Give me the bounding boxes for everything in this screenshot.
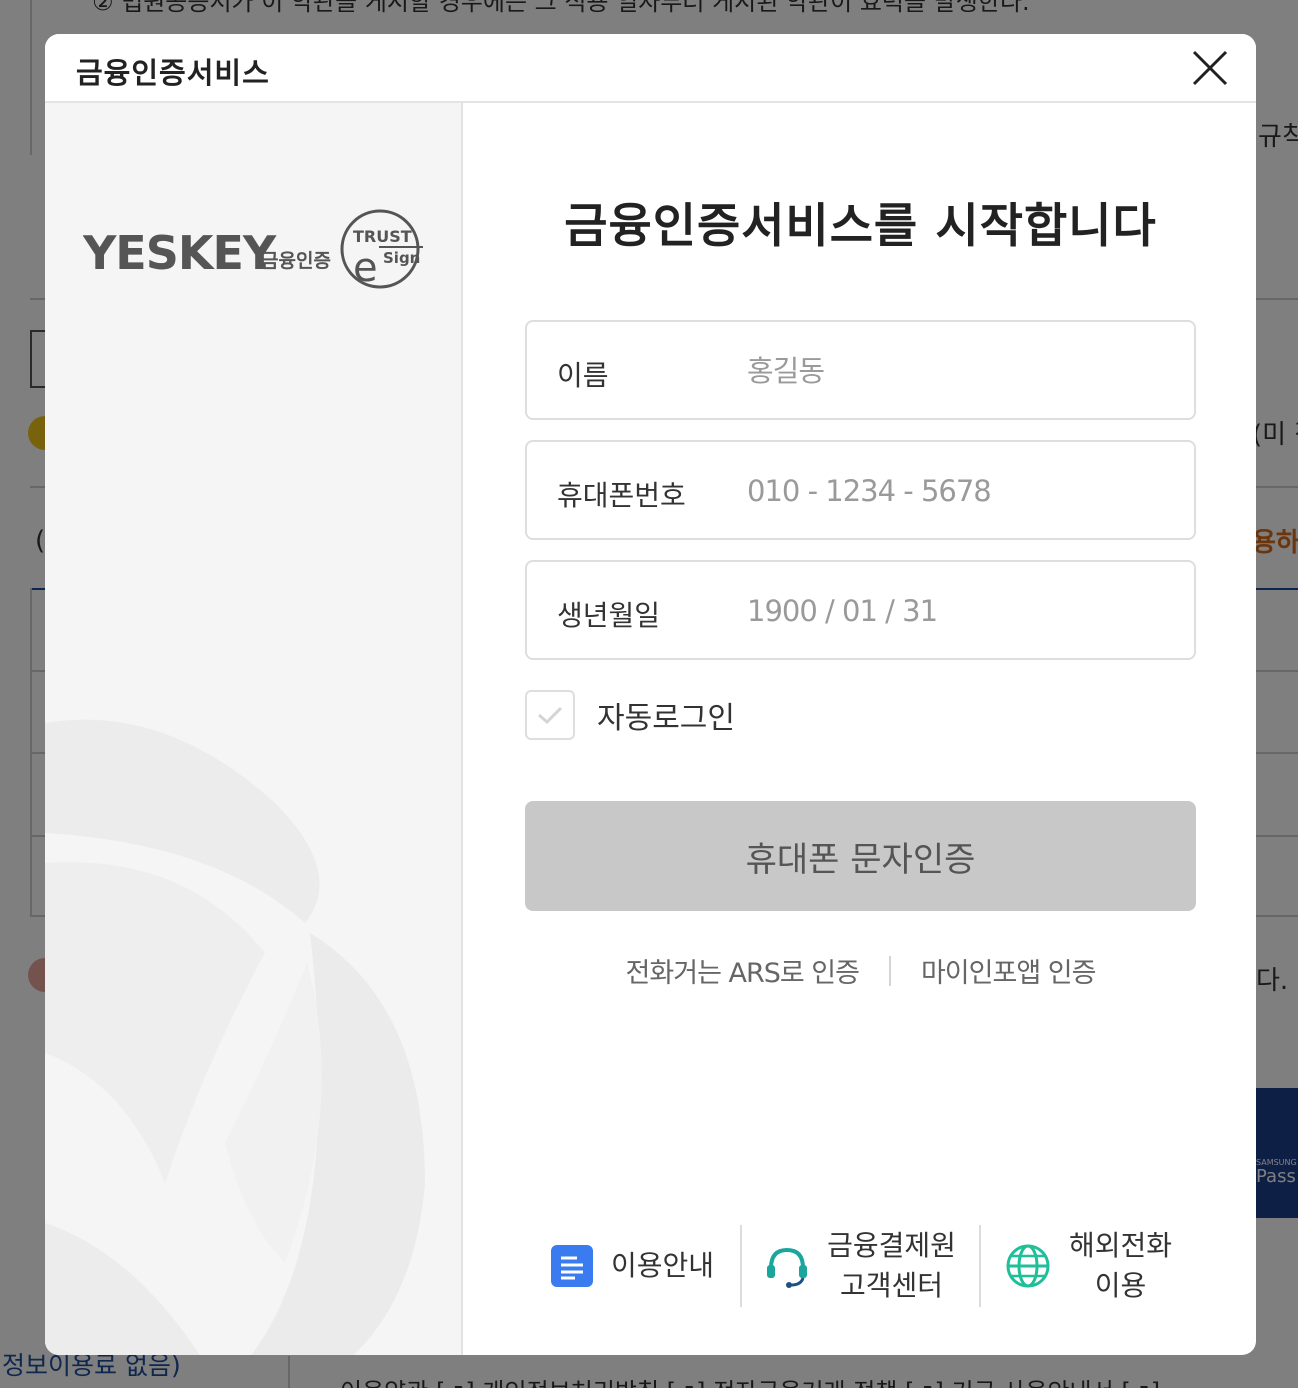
name-field: 이름 xyxy=(525,320,1196,420)
svg-text:Sign: Sign xyxy=(383,249,420,267)
birth-field: 생년월일 xyxy=(525,560,1196,660)
headset-icon xyxy=(767,1247,808,1288)
customer-center-link[interactable]: 금융결제원 고객센터 xyxy=(740,1225,981,1307)
yeskey-logo-graphic: YESKEY 금융인증 TRUST e Sign xyxy=(82,209,423,291)
financial-auth-modal: 금융인증서비스 YESKEY 금융인증 TRUST e Sign 금융인증서비스… xyxy=(45,34,1256,1355)
document-icon xyxy=(550,1245,593,1287)
myinfo-app-auth-link[interactable]: 마이인포앱 인증 xyxy=(921,951,1096,990)
auto-login-checkbox[interactable] xyxy=(525,690,575,740)
birth-label: 생년월일 xyxy=(557,599,661,632)
close-button[interactable] xyxy=(1190,48,1230,88)
login-form-panel: 금융인증서비스를 시작합니다 이름 휴대폰번호 생년월일 자동로그인 휴대폰 문… xyxy=(465,103,1256,1355)
phone-label: 휴대폰번호 xyxy=(557,479,686,512)
yeskey-logo: YESKEY 금융인증 TRUST e Sign xyxy=(82,203,428,297)
name-label: 이름 xyxy=(557,359,609,392)
ars-auth-link[interactable]: 전화거는 ARS로 인증 xyxy=(626,951,860,990)
birth-input[interactable] xyxy=(747,588,1167,634)
help-footer: 이용안내 금융결제원 고객센터 해외전화 이용 xyxy=(525,1211,1196,1321)
alternative-auth-links: 전화거는 ARS로 인증 마이인포앱 인증 xyxy=(465,951,1256,990)
svg-text:e: e xyxy=(353,245,378,291)
phone-input[interactable] xyxy=(747,468,1167,514)
svg-text:금융인증: 금융인증 xyxy=(261,250,331,272)
svg-text:YESKEY: YESKEY xyxy=(83,226,277,280)
form-headline: 금융인증서비스를 시작합니다 xyxy=(564,199,1157,254)
usage-guide-label: 이용안내 xyxy=(610,1249,715,1282)
check-icon xyxy=(538,706,563,725)
auto-login-toggle[interactable]: 자동로그인 xyxy=(525,689,735,741)
usage-guide-link[interactable]: 이용안내 xyxy=(525,1225,740,1307)
customer-center-label: 금융결제원 고객센터 xyxy=(827,1229,956,1302)
brand-panel: YESKEY 금융인증 TRUST e Sign xyxy=(45,103,463,1355)
overseas-call-link[interactable]: 해외전화 이용 xyxy=(981,1225,1196,1307)
watermark-graphic xyxy=(45,663,461,1355)
auto-login-label: 자동로그인 xyxy=(597,701,735,736)
overseas-call-label: 해외전화 이용 xyxy=(1068,1229,1173,1302)
name-input[interactable] xyxy=(747,348,1167,394)
modal-header: 금융인증서비스 xyxy=(45,34,1256,103)
close-icon xyxy=(1192,50,1228,86)
link-separator xyxy=(888,955,891,986)
svg-text:TRUST: TRUST xyxy=(353,227,412,246)
globe-icon xyxy=(1006,1244,1050,1288)
sms-auth-button[interactable]: 휴대폰 문자인증 xyxy=(525,801,1196,911)
modal-title: 금융인증서비스 xyxy=(76,56,270,90)
phone-field: 휴대폰번호 xyxy=(525,440,1196,540)
